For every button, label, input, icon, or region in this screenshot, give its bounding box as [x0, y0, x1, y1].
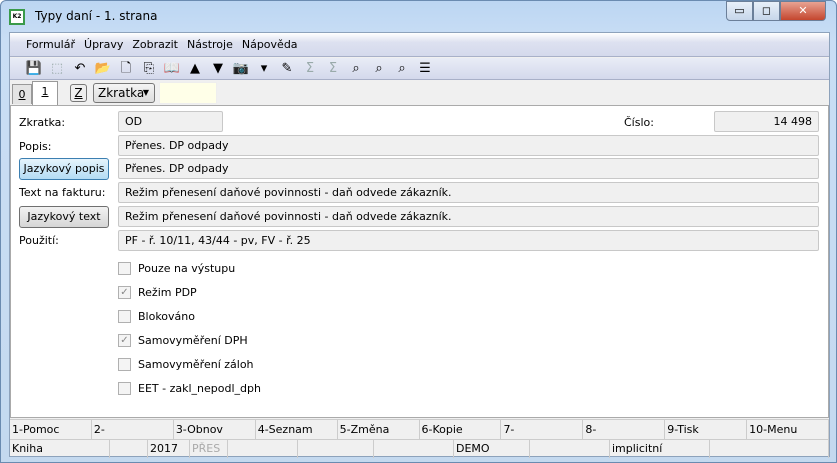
status-cell: PŘES — [190, 440, 228, 458]
status-cell — [228, 440, 298, 458]
function-key[interactable]: 7- — [501, 420, 584, 439]
checkbox-0[interactable]: Pouze na výstupu — [118, 262, 235, 275]
menu-item[interactable]: Nápověda — [242, 38, 298, 51]
camera-icon[interactable]: 📷 — [231, 60, 251, 78]
arrow-up-icon[interactable]: ▲ — [185, 60, 205, 78]
dropdown-arrow-icon[interactable]: ▾ — [254, 60, 274, 78]
window: K2 Typy daní - 1. strana ▭ ◻ ✕ Formulář Ú… — [0, 0, 837, 463]
jazykovy-text-button[interactable]: Jazykový text — [19, 206, 109, 228]
function-key[interactable]: 4-Seznam — [256, 420, 338, 439]
app-icon: K2 — [9, 9, 25, 25]
checkbox-4[interactable]: Samovyměření záloh — [118, 358, 254, 371]
checkbox-unchecked-icon[interactable] — [118, 310, 131, 323]
checkbox-label: Režim PDP — [138, 286, 197, 299]
save-as-icon[interactable]: ⬚ — [47, 60, 67, 78]
checkbox-checked-icon[interactable]: ✓ — [118, 334, 131, 347]
sum-icon[interactable]: Σ — [300, 60, 320, 78]
checkbox-2[interactable]: Blokováno — [118, 310, 195, 323]
tab-1[interactable]: 1 — [32, 81, 58, 105]
text-label: Text na fakturu: — [19, 186, 106, 199]
function-key[interactable]: 9-Tisk — [665, 420, 748, 439]
open-folder-icon[interactable]: 📂 — [93, 60, 113, 78]
function-key[interactable]: 3-Obnov — [174, 420, 256, 439]
menu-item[interactable]: Úpravy — [84, 38, 123, 51]
copy-icon[interactable]: ⎘ — [139, 60, 159, 78]
minimize-button[interactable]: ▭ — [726, 1, 753, 21]
save-icon[interactable]: 💾 — [24, 60, 44, 78]
jazykovy-text-field[interactable]: Režim přenesení daňové povinnosti - daň … — [118, 206, 819, 227]
checkbox-checked-icon[interactable]: ✓ — [118, 286, 131, 299]
menu-lines-icon[interactable]: ☰ — [415, 60, 435, 78]
toolbar: 💾 ⬚ ↶ 📂 🗋 ⎘ 📖 ▲ ▼ 📷 ▾ ✎ Σ Σ ⌕ ⌕ ⌕ ☰ — [10, 58, 829, 80]
cislo-label: Číslo: — [624, 116, 654, 129]
client-area: Formulář Úpravy Zobrazit Nástroje Nápověda 💾… — [9, 32, 830, 458]
status-cell — [710, 440, 829, 458]
function-key[interactable]: 6-Kopie — [420, 420, 502, 439]
zkratka-label: Zkratka: — [19, 116, 66, 129]
tab-0[interactable]: 0 — [12, 84, 32, 104]
popis-label: Popis: — [19, 140, 52, 153]
excel-edit-icon[interactable]: ✎ — [277, 60, 297, 78]
function-key[interactable]: 5-Změna — [338, 420, 420, 439]
status-cell — [110, 440, 148, 458]
status-cell — [530, 440, 610, 458]
window-title: Typy daní - 1. strana — [35, 9, 158, 23]
text-field[interactable]: Režim přenesení daňové povinnosti - daň … — [118, 182, 819, 203]
binoculars-next-icon[interactable]: ⌕ — [369, 60, 389, 78]
function-keys-bar: 1-Pomoc 2- 3-Obnov 4-Seznam 5-Změna 6-Kopie 7-… — [10, 419, 830, 439]
jazykovy-popis-field[interactable]: Přenes. DP odpady — [118, 158, 819, 179]
form-content: Zkratka: OD Číslo: 14 498 Popis: Přenes.… — [10, 105, 829, 418]
checkbox-label: Pouze na výstupu — [138, 262, 236, 275]
sort-combo-value: Zkratka — [98, 86, 145, 100]
checkbox-label: EET - zakl_nepodl_dph — [138, 382, 261, 395]
z-button[interactable]: Z — [70, 84, 87, 102]
sum-star-icon[interactable]: Σ — [323, 60, 343, 78]
status-bar: Kniha 2017 PŘES DEMO implicitní — [10, 439, 829, 458]
checkbox-3[interactable]: ✓ Samovyměření DPH — [118, 334, 248, 347]
sort-combo[interactable]: Zkratka ▼ — [93, 83, 155, 103]
checkbox-1[interactable]: ✓ Režim PDP — [118, 286, 197, 299]
pouziti-label: Použití: — [19, 234, 59, 247]
status-cell: 2017 — [148, 440, 190, 458]
status-cell: implicitní — [610, 440, 710, 458]
checkbox-label: Samovyměření záloh — [138, 358, 254, 371]
function-key[interactable]: 2- — [92, 420, 174, 439]
arrow-down-icon[interactable]: ▼ — [208, 60, 228, 78]
undo-icon[interactable]: ↶ — [70, 60, 90, 78]
maximize-button[interactable]: ◻ — [753, 1, 780, 21]
tab-row: 0 1 Z Zkratka ▼ — [10, 81, 829, 105]
checkbox-5[interactable]: EET - zakl_nepodl_dph — [118, 382, 261, 395]
status-cell: DEMO — [454, 440, 530, 458]
new-document-icon[interactable]: 🗋 — [116, 60, 136, 78]
popis-field[interactable]: Přenes. DP odpady — [118, 135, 819, 156]
cislo-field[interactable]: 14 498 — [714, 111, 819, 132]
close-button[interactable]: ✕ — [780, 1, 826, 21]
function-key[interactable]: 10-Menu — [747, 420, 830, 439]
binoculars-icon[interactable]: ⌕ — [346, 60, 366, 78]
jazykovy-popis-button[interactable]: Jazykový popis — [19, 158, 109, 180]
filter-input[interactable] — [159, 82, 217, 104]
function-key[interactable]: 8- — [583, 420, 666, 439]
chevron-down-icon: ▼ — [142, 88, 149, 97]
zkratka-field[interactable]: OD — [118, 111, 223, 132]
function-key[interactable]: 1-Pomoc — [10, 420, 92, 439]
menu-bar: Formulář Úpravy Zobrazit Nástroje Nápověda — [10, 33, 829, 57]
status-cell — [298, 440, 374, 458]
binoculars-filter-icon[interactable]: ⌕ — [392, 60, 412, 78]
checkbox-unchecked-icon[interactable] — [118, 358, 131, 371]
checkbox-unchecked-icon[interactable] — [118, 262, 131, 275]
pouziti-field[interactable]: PF - ř. 10/11, 43/44 - pv, FV - ř. 25 — [118, 230, 819, 251]
menu-item[interactable]: Formulář — [26, 38, 75, 51]
menu-item[interactable]: Nástroje — [187, 38, 233, 51]
checkbox-unchecked-icon[interactable] — [118, 382, 131, 395]
status-cell — [374, 440, 454, 458]
status-cell: Kniha — [10, 440, 110, 458]
checkbox-label: Blokováno — [138, 310, 195, 323]
menu-item[interactable]: Zobrazit — [132, 38, 178, 51]
book-icon[interactable]: 📖 — [162, 60, 182, 78]
checkbox-label: Samovyměření DPH — [138, 334, 248, 347]
